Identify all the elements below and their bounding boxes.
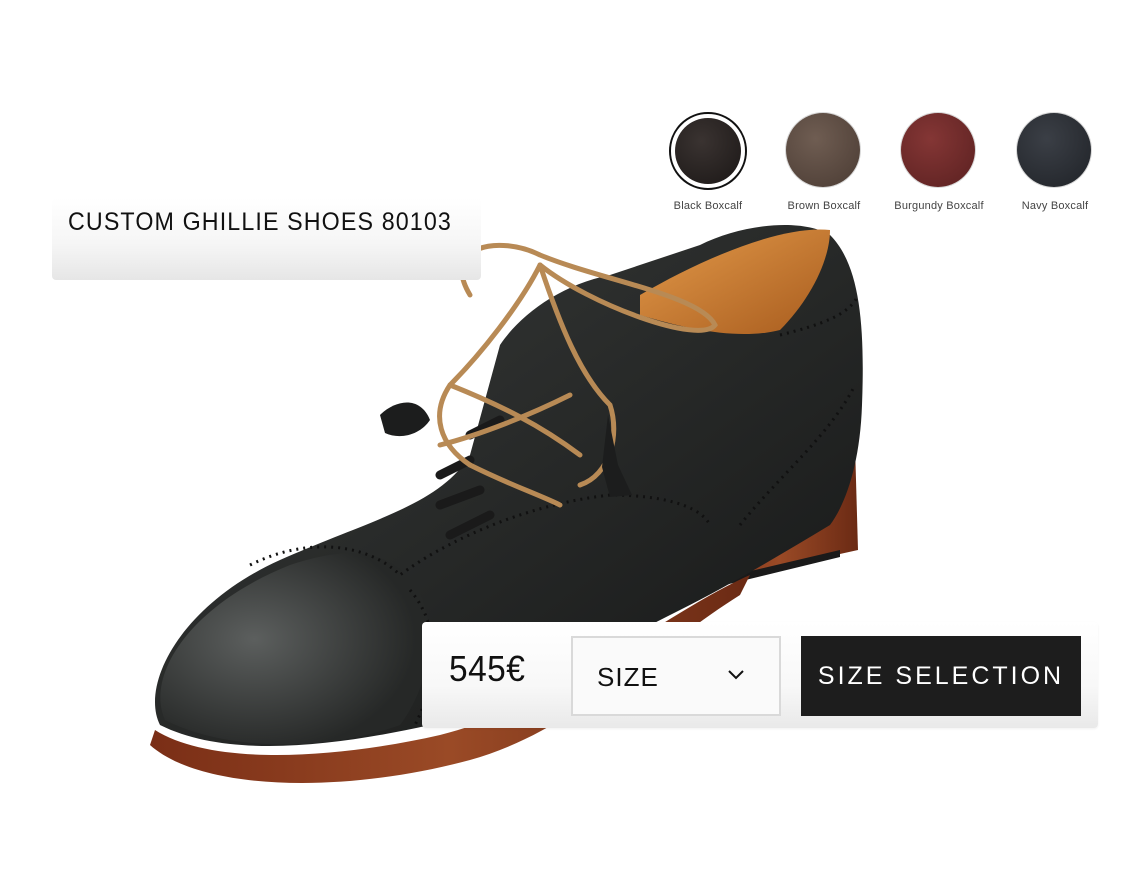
swatch-color-dot [1017,113,1091,187]
swatch-ring [785,112,863,190]
size-dropdown[interactable]: SIZE [571,636,781,716]
product-title: CUSTOM GHILLIE SHOES 80103 [68,208,452,236]
swatch-label: Black Boxcalf [673,200,743,212]
swatch-selected-ring [669,112,747,190]
size-dropdown-label: SIZE [597,662,659,692]
product-price: 545€ [449,648,526,689]
color-swatch-black[interactable]: Black Boxcalf [658,112,758,212]
swatch-color-dot [675,118,741,184]
swatch-label: Navy Boxcalf [1021,200,1089,212]
color-swatch-brown[interactable]: Brown Boxcalf [774,112,874,212]
swatch-label: Brown Boxcalf [787,200,861,212]
size-selection-button[interactable]: SIZE SELECTION [801,636,1081,716]
swatch-ring [900,112,978,190]
color-swatch-burgundy[interactable]: Burgundy Boxcalf [889,112,989,212]
product-title-card: CUSTOM GHILLIE SHOES 80103 [52,198,481,280]
swatch-color-dot [786,113,860,187]
purchase-bar: 545€ SIZE SIZE SELECTION [422,622,1098,728]
swatch-color-dot [901,113,975,187]
swatch-label: Burgundy Boxcalf [894,200,984,212]
chevron-down-icon [728,670,744,680]
swatch-ring [1016,112,1094,190]
color-swatch-navy[interactable]: Navy Boxcalf [1005,112,1105,212]
